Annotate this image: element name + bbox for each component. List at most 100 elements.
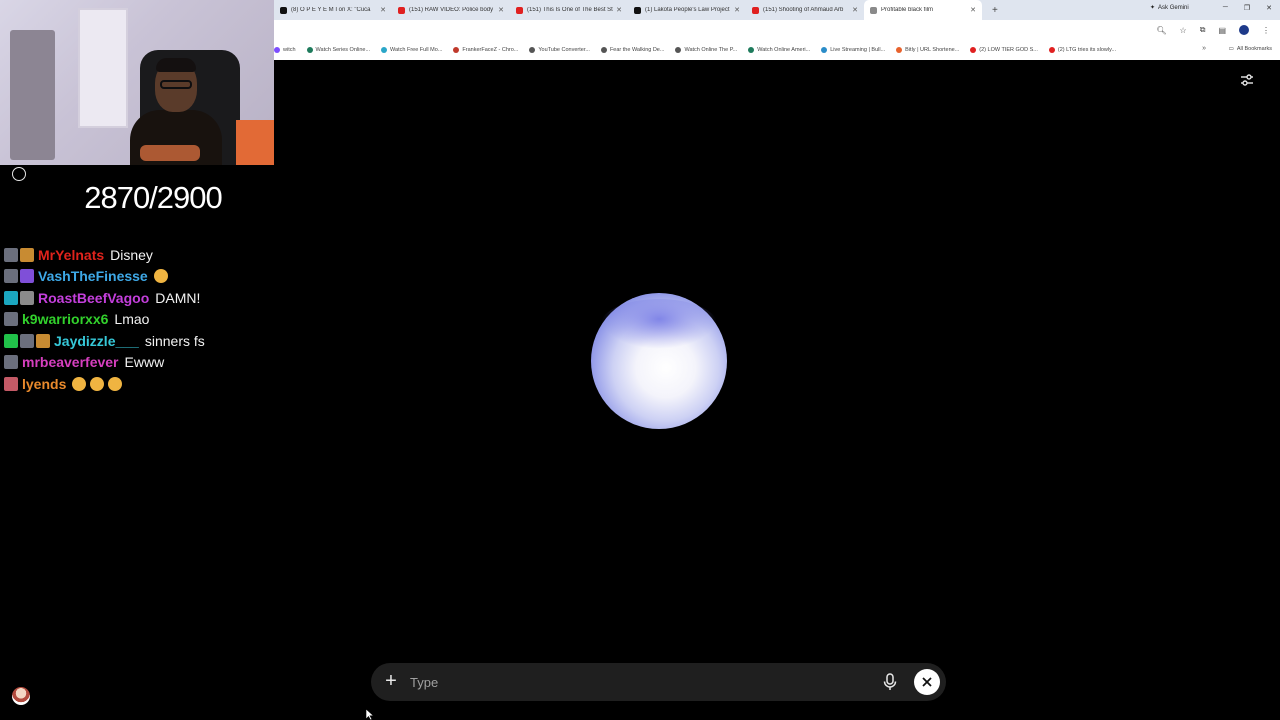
message-composer: + — [371, 663, 946, 701]
chat-message: mrbeaverfever Ewww — [4, 352, 274, 374]
ask-gemini-label: Ask Gemini — [1158, 4, 1189, 11]
favicon-icon — [381, 47, 388, 53]
badge-icon — [4, 269, 18, 284]
bookmark-item[interactable]: (2) LTG tries its slowly... — [1048, 47, 1117, 53]
bookmark-label: Fear the Walking De... — [609, 47, 665, 53]
avatar — [12, 687, 30, 705]
browser-tab[interactable]: (151) Shooting of Ahmaud Arb ✕ — [746, 0, 864, 20]
chat-username: k9warriorxx6 — [22, 311, 109, 328]
user-badges — [4, 312, 18, 327]
chat-text: DAMN! — [155, 289, 201, 306]
browser-tab[interactable]: (151) RAW VIDEO: Police body ✕ — [392, 0, 510, 20]
chat-text: sinners fs — [144, 332, 205, 349]
tab-close-icon[interactable]: ✕ — [380, 6, 386, 14]
badge-icon — [36, 333, 50, 348]
bookmark-label: Watch Online The P... — [684, 47, 738, 53]
favicon-icon — [274, 47, 280, 53]
bookmark-item[interactable]: (2) LOW TIER GOD S... — [970, 47, 1038, 53]
favicon-icon — [398, 6, 405, 14]
bookmark-item[interactable]: Bitly | URL Shortene... — [896, 47, 959, 53]
chat-message: k9warriorxx6 Lmao — [4, 309, 274, 331]
chat-text: Ewww — [124, 354, 165, 371]
tab-title: (151) This Is One of The Best St — [527, 7, 613, 13]
close-icon — [922, 677, 932, 687]
sidebar-icon[interactable]: ▤ — [1218, 26, 1226, 35]
bookmark-item[interactable]: FrankerFaceZ - Chro... — [453, 47, 518, 53]
bookmark-item[interactable]: Watch Online The P... — [675, 47, 737, 53]
favicon-icon — [870, 6, 877, 14]
folder-icon: ▭ — [1228, 46, 1234, 52]
bookmark-star-icon[interactable]: ☆ — [1180, 26, 1187, 35]
badge-icon — [4, 290, 18, 305]
bookmark-label: (2) LOW TIER GOD S... — [979, 47, 1038, 53]
badge-icon — [4, 333, 18, 348]
chat-message: lyends — [4, 373, 274, 395]
window-controls: ─ ❐ ✕ — [1223, 4, 1272, 12]
badge-icon — [20, 269, 34, 284]
microphone-icon[interactable] — [882, 673, 898, 691]
add-attachment-button[interactable]: + — [381, 671, 401, 692]
kebab-menu-icon[interactable]: ⋮ — [1262, 26, 1270, 35]
browser-tab[interactable]: (1) Lakota People's Law Project ✕ — [628, 0, 746, 20]
zoom-icon[interactable]: 🔍︎ — [1156, 26, 1166, 35]
chat-username: MrYelnats — [38, 246, 105, 263]
tab-close-icon[interactable]: ✕ — [734, 6, 740, 14]
tab-close-icon[interactable]: ✕ — [498, 6, 504, 14]
emote-icon — [90, 376, 105, 391]
badge-icon — [4, 247, 18, 262]
close-voice-button[interactable] — [914, 669, 940, 695]
extensions-icon[interactable]: ⧉ — [1200, 25, 1206, 35]
tab-title: (8) O P E Y E M I on X: "Cuca — [291, 7, 371, 13]
profile-avatar[interactable] — [1239, 25, 1249, 35]
tab-close-icon[interactable]: ✕ — [616, 6, 622, 14]
goal-counter: 2870/2900 — [84, 180, 223, 215]
bookmark-item[interactable]: Watch Free Full Mo... — [381, 47, 442, 53]
bookmark-item[interactable]: Live Streaming | Bull... — [821, 47, 885, 53]
badge-icon — [20, 333, 34, 348]
browser-tab[interactable]: (8) O P E Y E M I on X: "Cuca ✕ — [274, 0, 392, 20]
bookmark-item[interactable]: Watch Online Ameri... — [748, 47, 810, 53]
bookmark-label: witch — [283, 47, 296, 53]
ask-gemini-button[interactable]: ✦ Ask Gemini — [1150, 4, 1189, 12]
new-tab-button[interactable]: + — [992, 5, 998, 16]
settings-sliders-icon[interactable] — [1239, 72, 1255, 88]
bookmark-item[interactable]: witch — [274, 47, 296, 53]
bookmark-label: (2) LTG tries its slowly... — [1057, 47, 1117, 53]
close-window-icon[interactable]: ✕ — [1266, 4, 1272, 12]
tab-title: Profitable black film — [881, 7, 934, 13]
user-badges — [4, 333, 50, 348]
emote-icon — [153, 269, 168, 284]
chat-message: RoastBeefVagoo DAMN! — [4, 287, 274, 309]
restore-icon[interactable]: ❐ — [1244, 4, 1250, 12]
favicon-icon — [529, 47, 536, 53]
favicon-icon — [1048, 47, 1055, 53]
all-bookmarks-button[interactable]: ▭ All Bookmarks — [1229, 46, 1272, 52]
chat-bubble-icon — [12, 167, 26, 181]
badge-icon — [20, 247, 34, 262]
tab-close-icon[interactable]: ✕ — [970, 6, 976, 14]
favicon-icon — [821, 47, 828, 53]
favicon-icon — [752, 6, 759, 14]
chat-message: VashTheFinesse — [4, 266, 274, 288]
mouse-cursor-icon — [366, 709, 374, 720]
bookmark-label: Live Streaming | Bull... — [830, 47, 886, 53]
sparkle-icon: ✦ — [1150, 5, 1156, 11]
favicon-icon — [453, 47, 460, 53]
badge-icon — [20, 290, 34, 305]
bookmarks-overflow-icon[interactable]: » — [1202, 45, 1206, 52]
tab-title: (151) Shooting of Ahmaud Arb — [763, 7, 844, 13]
minimize-icon[interactable]: ─ — [1223, 4, 1228, 12]
favicon-icon — [306, 47, 313, 53]
browser-toolbar: 🔍︎ ☆ ⧉ ▤ ⋮ — [274, 20, 1280, 40]
bookmark-list: witch Watch Series Online... Watch Free Fu… — [274, 47, 1127, 53]
toolbar-icons: 🔍︎ ☆ ⧉ ▤ ⋮ — [1156, 25, 1270, 35]
bookmark-item[interactable]: Fear the Walking De... — [600, 47, 665, 53]
message-input[interactable] — [410, 674, 882, 690]
bookmark-item[interactable]: Watch Series Online... — [306, 47, 370, 53]
bookmark-item[interactable]: YouTube Converter... — [529, 47, 590, 53]
tab-close-icon[interactable]: ✕ — [852, 6, 858, 14]
chat-username: mrbeaverfever — [22, 354, 119, 371]
voice-orb — [591, 293, 727, 429]
browser-tab[interactable]: (151) This Is One of The Best St ✕ — [510, 0, 628, 20]
browser-tab[interactable]: Profitable black film ✕ — [864, 0, 982, 20]
